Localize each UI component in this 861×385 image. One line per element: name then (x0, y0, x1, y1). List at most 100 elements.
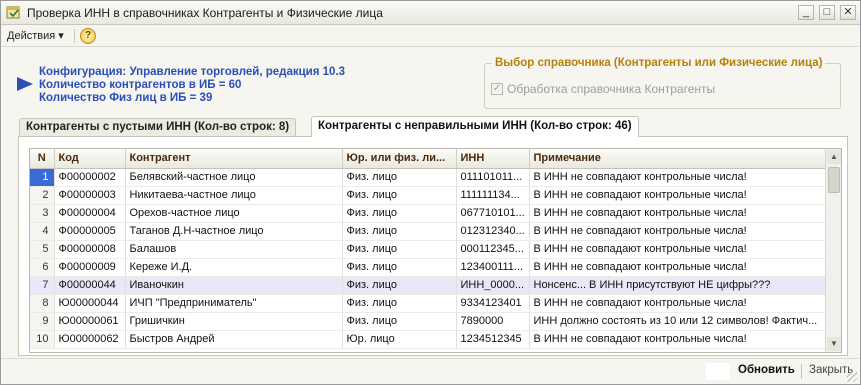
code-cell[interactable]: Ф00000008 (54, 240, 126, 259)
refresh-button[interactable]: Обновить (738, 364, 795, 376)
entity-type-cell[interactable]: Физ. лицо (342, 240, 457, 259)
vertical-scrollbar[interactable]: ▲ ▼ (825, 149, 841, 352)
table-row[interactable]: 5 Ф00000008 Балашов Физ. лицо 000112345... В … (30, 240, 828, 259)
table-row[interactable]: 4 Ф00000005 Таганов Д.Н-частное лицо Физ. л… (30, 222, 828, 241)
note-cell[interactable]: ИНН должно состоять из 10 или 12 символо… (529, 312, 828, 331)
code-cell[interactable]: Ф00000002 (54, 168, 126, 187)
code-cell[interactable]: Ф00000005 (54, 222, 126, 241)
row-number[interactable]: 4 (30, 222, 55, 241)
note-cell[interactable]: В ИНН не совпадают контрольные числа! (529, 186, 828, 205)
contractor-cell[interactable]: Балашов (125, 240, 343, 259)
inn-cell[interactable]: 7890000 (456, 312, 530, 331)
process-contractors-checkbox[interactable]: ✓ (491, 83, 503, 95)
contractor-cell[interactable]: ИЧП "Предприниматель" (125, 294, 343, 313)
row-number[interactable]: 9 (30, 312, 55, 331)
table-row[interactable]: 6 Ф00000009 Кереже И.Д. Физ. лицо 123400111.… (30, 258, 828, 277)
note-cell[interactable]: В ИНН не совпадают контрольные числа! (529, 222, 828, 241)
code-cell[interactable]: Ю00000062 (54, 330, 126, 349)
table-row[interactable]: 9 Ю00000061 Гришичкин Физ. лицо 7890000 ИНН д… (30, 312, 828, 331)
contractor-cell[interactable]: Иваночкин (125, 276, 343, 295)
inn-cell[interactable]: 9334123401 (456, 294, 530, 313)
contractor-cell[interactable]: Кереже И.Д. (125, 258, 343, 277)
code-cell[interactable]: Ф00000009 (54, 258, 126, 277)
scroll-down-icon[interactable]: ▼ (827, 337, 841, 351)
inn-cell[interactable]: 111111134... (456, 186, 530, 205)
bottom-bar: Обновить Закрыть (1, 358, 860, 384)
code-cell[interactable]: Ю00000061 (54, 312, 126, 331)
entity-type-cell[interactable]: Физ. лицо (342, 258, 457, 277)
table-row[interactable]: 1 Ф00000002 Белявский-частное лицо Физ. лиц… (30, 168, 828, 187)
column-header-note[interactable]: Примечание (529, 149, 828, 169)
row-number[interactable]: 5 (30, 240, 55, 259)
row-number[interactable]: 8 (30, 294, 55, 313)
contractor-cell[interactable]: Быстров Андрей (125, 330, 343, 349)
scroll-thumb[interactable] (828, 167, 840, 193)
code-cell[interactable]: Ф00000004 (54, 204, 126, 223)
entity-type-cell[interactable]: Физ. лицо (342, 168, 457, 187)
note-cell[interactable]: В ИНН не совпадают контрольные числа! (529, 204, 828, 223)
column-header-code[interactable]: Код (54, 149, 126, 169)
tab-wrong-inn[interactable]: Контрагенты с неправильными ИНН (Кол-во … (311, 116, 639, 137)
contractor-cell[interactable]: Белявский-частное лицо (125, 168, 343, 187)
column-header-entity-type[interactable]: Юр. или физ. ли... (342, 149, 457, 169)
note-cell[interactable]: В ИНН не совпадают контрольные числа! (529, 258, 828, 277)
process-contractors-label: Обработка справочника Контрагенты (507, 82, 716, 96)
row-number[interactable]: 7 (30, 276, 55, 295)
table-row[interactable]: 10 Ю00000062 Быстров Андрей Юр. лицо 1234512… (30, 330, 828, 349)
results-table[interactable]: N Код Контрагент Юр. или физ. ли... ИНН … (29, 148, 842, 353)
contractors-count-label: Количество контрагентов в ИБ = 60 (39, 79, 242, 91)
entity-type-cell[interactable]: Физ. лицо (342, 186, 457, 205)
entity-type-cell[interactable]: Физ. лицо (342, 222, 457, 241)
tab-empty-inn[interactable]: Контрагенты с пустыми ИНН (Кол-во строк:… (19, 118, 297, 137)
note-cell[interactable]: В ИНН не совпадают контрольные числа! (529, 240, 828, 259)
help-icon[interactable]: ? (80, 28, 96, 44)
inn-cell[interactable]: 123400111... (456, 258, 530, 277)
table-row[interactable]: 7 Ф00000044 Иваночкин Физ. лицо ИНН_0000... Н… (30, 276, 828, 295)
table-row[interactable]: 2 Ф00000003 Никитаева-частное лицо Физ. лиц… (30, 186, 828, 205)
row-number[interactable]: 2 (30, 186, 55, 205)
resize-grip-icon[interactable] (847, 372, 857, 382)
close-window-button[interactable]: ✕ (840, 5, 856, 20)
info-block: Конфигурация: Управление торговлей, реда… (39, 66, 345, 105)
row-number[interactable]: 3 (30, 204, 55, 223)
contractor-cell[interactable]: Никитаева-частное лицо (125, 186, 343, 205)
inn-cell[interactable]: 011101011... (456, 168, 530, 187)
code-cell[interactable]: Ю00000044 (54, 294, 126, 313)
contractor-cell[interactable]: Таганов Д.Н-частное лицо (125, 222, 343, 241)
note-cell[interactable]: Нонсенс... В ИНН присутствуют НЕ цифры??… (529, 276, 828, 295)
entity-type-cell[interactable]: Физ. лицо (342, 276, 457, 295)
title-bar: Проверка ИНН в справочниках Контрагенты … (1, 1, 860, 25)
note-cell[interactable]: В ИНН не совпадают контрольные числа! (529, 330, 828, 349)
entity-type-cell[interactable]: Физ. лицо (342, 312, 457, 331)
inn-cell[interactable]: 000112345... (456, 240, 530, 259)
maximize-button[interactable]: □ (819, 5, 835, 20)
column-header-contractor[interactable]: Контрагент (125, 149, 343, 169)
contractor-cell[interactable]: Орехов-частное лицо (125, 204, 343, 223)
scroll-up-icon[interactable]: ▲ (827, 150, 841, 164)
entity-type-cell[interactable]: Юр. лицо (342, 330, 457, 349)
row-number[interactable]: 1 (30, 168, 55, 187)
blank-field (706, 363, 730, 380)
entity-type-cell[interactable]: Физ. лицо (342, 294, 457, 313)
column-header-inn[interactable]: ИНН (456, 149, 530, 169)
inn-cell[interactable]: 067710101... (456, 204, 530, 223)
inn-cell[interactable]: ИНН_0000... (456, 276, 530, 295)
code-cell[interactable]: Ф00000044 (54, 276, 126, 295)
minimize-button[interactable]: _ (798, 5, 814, 20)
window-title: Проверка ИНН в справочниках Контрагенты … (27, 6, 383, 20)
inn-cell[interactable]: 1234512345 (456, 330, 530, 349)
row-number[interactable]: 10 (30, 330, 55, 349)
table-row[interactable]: 8 Ю00000044 ИЧП "Предприниматель" Физ. лицо… (30, 294, 828, 313)
table-row[interactable]: 3 Ф00000004 Орехов-частное лицо Физ. лицо 06… (30, 204, 828, 223)
note-cell[interactable]: В ИНН не совпадают контрольные числа! (529, 294, 828, 313)
note-cell[interactable]: В ИНН не совпадают контрольные числа! (529, 168, 828, 187)
column-header-n[interactable]: N (30, 149, 55, 169)
actions-menu[interactable]: Действия ▾ (7, 29, 64, 42)
inn-cell[interactable]: 012312340... (456, 222, 530, 241)
table-header-row: N Код Контрагент Юр. или физ. ли... ИНН … (30, 149, 828, 169)
code-cell[interactable]: Ф00000003 (54, 186, 126, 205)
contractor-cell[interactable]: Гришичкин (125, 312, 343, 331)
row-number[interactable]: 6 (30, 258, 55, 277)
entity-type-cell[interactable]: Физ. лицо (342, 204, 457, 223)
persons-count-label: Количество Физ лиц в ИБ = 39 (39, 92, 213, 104)
